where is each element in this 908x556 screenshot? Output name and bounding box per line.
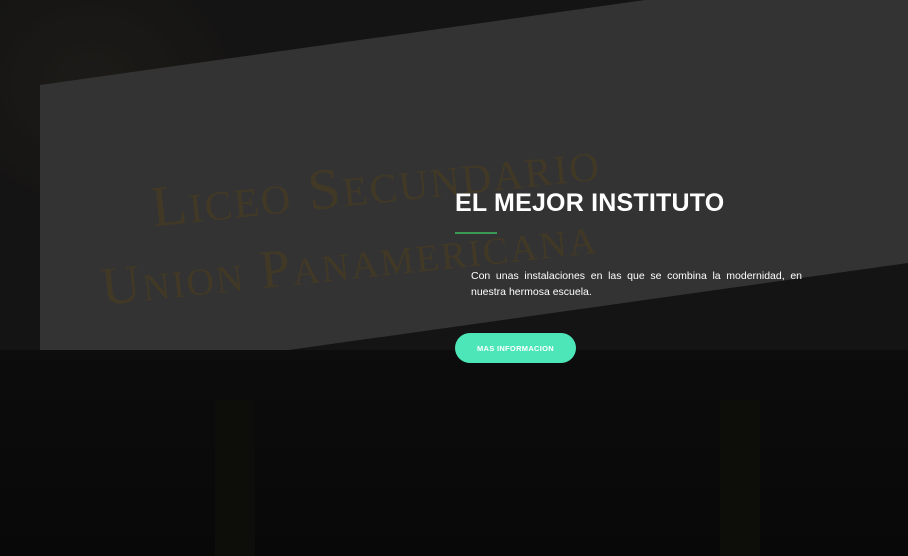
more-info-button[interactable]: MAS INFORMACION [455,333,576,363]
hero-description: Con unas instalaciones en las que se com… [471,270,802,298]
hero-section: Liceo Secundario Union Panamericana EL M… [0,0,908,556]
hero-title: EL MEJOR INSTITUTO [455,189,725,217]
title-divider [455,232,497,234]
hero-content: EL MEJOR INSTITUTO Con unas instalacione… [455,186,805,300]
